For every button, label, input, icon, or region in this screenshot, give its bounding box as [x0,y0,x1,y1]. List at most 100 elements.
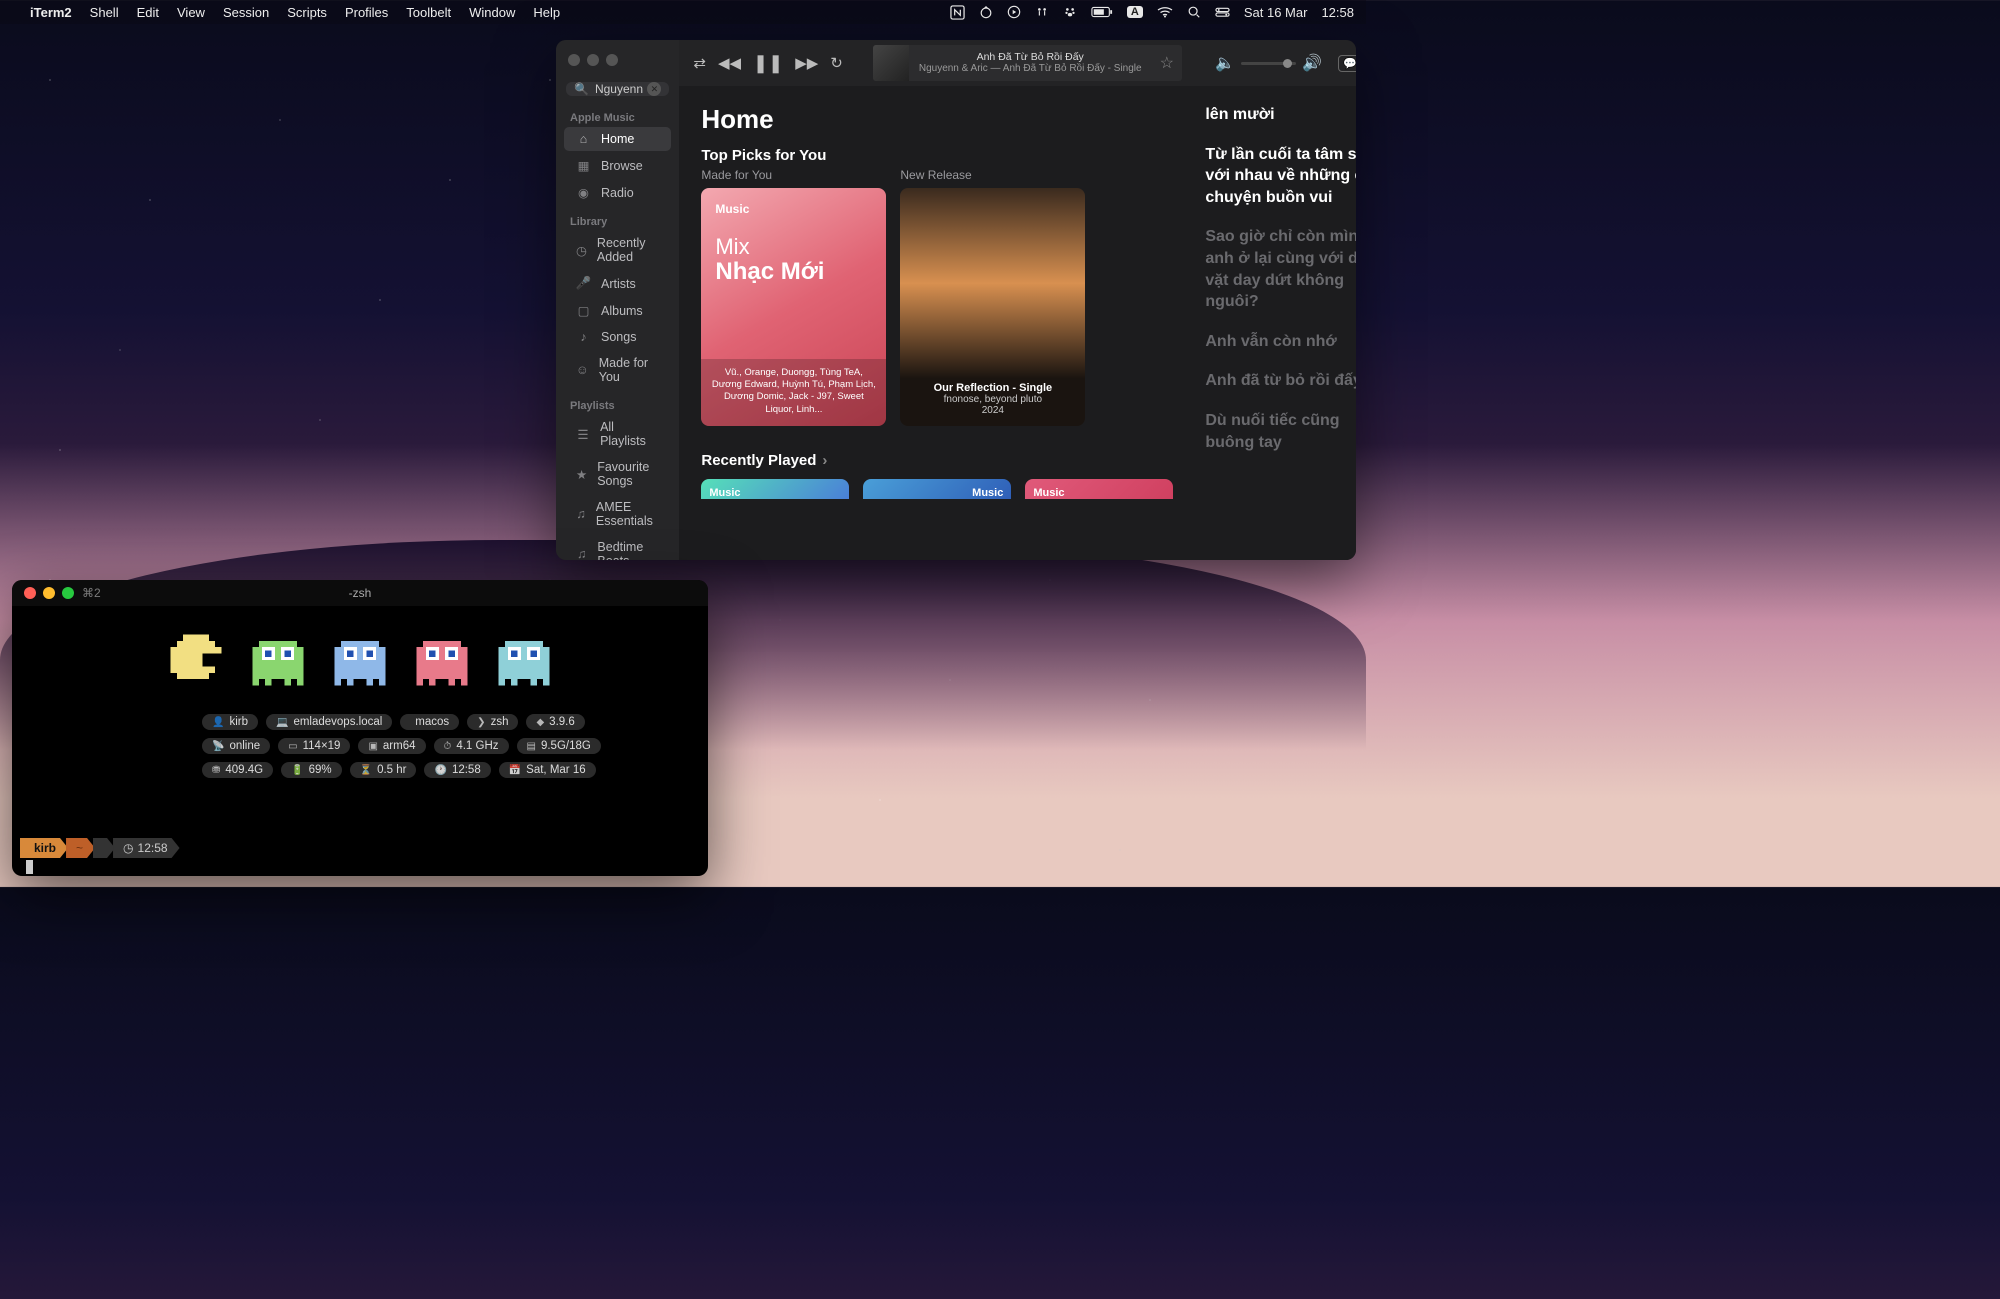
stat-disk: ⛃409.4G [202,762,273,778]
recent-card-2[interactable]: Music [863,479,1011,499]
pause-icon[interactable]: ❚❚ [753,53,783,74]
sidebar-item-songs[interactable]: ♪Songs [564,325,671,349]
volume-slider[interactable] [1241,62,1296,65]
chevron-right-icon: › [822,452,827,469]
card-mix-new-music[interactable]: Music Mix Nhạc Mới Vũ., Orange, Duongg, … [701,188,886,426]
volume-high-icon: 🔊 [1302,53,1322,73]
clock-icon: ◷ [576,243,587,258]
lyrics-panel[interactable]: lên mười Từ lần cuối ta tâm sự với nhau … [1195,86,1356,560]
music-traffic-lights[interactable] [556,50,679,76]
play-menubar-icon[interactable] [1007,5,1021,19]
sidebar-item-recently-added[interactable]: ◷Recently Added [564,231,671,269]
menu-view[interactable]: View [177,5,205,20]
stat-time: 🕐12:58 [424,762,490,778]
browse-icon: ▦ [576,158,591,173]
terminal-body[interactable]: 👤kirb 💻emladevops.local macos ❯zsh ◆3.9.… [12,606,708,876]
music-sidebar: 🔍 Nguyenn ✕ Apple Music ⌂Home ▦Browse ◉R… [556,40,679,560]
ghost-cyan-icon [492,628,556,692]
stat-network: 📡online [202,738,270,754]
sidebar-item-all-playlists[interactable]: ☰All Playlists [564,415,671,453]
terminal-stats: 👤kirb 💻emladevops.local macos ❯zsh ◆3.9.… [22,714,698,778]
release-title: Our Reflection - Single [900,382,1085,394]
notion-menubar-icon[interactable] [950,5,965,20]
search-menubar-icon[interactable] [1187,5,1201,19]
now-playing-subtitle: Nguyenn & Aric — Anh Đã Từ Bỏ Rồi Đấy - … [919,63,1142,75]
prompt-time: ◷12:58 [113,838,180,858]
shuffle-icon[interactable]: ⇄ [693,54,706,72]
recent-card-1[interactable]: Music [701,479,849,499]
section-top-picks: Top Picks for You [701,147,1173,164]
menu-edit[interactable]: Edit [137,5,159,20]
star-icon: ★ [576,467,587,482]
menubar-date[interactable]: Sat 16 Mar [1244,5,1308,20]
settings-menubar-icon[interactable] [1035,5,1049,19]
prompt-sep [93,838,115,858]
mix-description: Vũ., Orange, Duongg, Tùng TeA, Dương Edw… [701,359,886,426]
music-search-input[interactable]: 🔍 Nguyenn ✕ [566,82,669,96]
input-source-icon[interactable]: A [1127,6,1143,18]
user-icon: ☺ [576,363,589,377]
wifi-menubar-icon[interactable] [1157,6,1173,18]
music-window: 🔍 Nguyenn ✕ Apple Music ⌂Home ▦Browse ◉R… [556,40,1356,560]
menu-session[interactable]: Session [223,5,269,20]
recent-card-3[interactable]: Music [1025,479,1173,499]
menu-scripts[interactable]: Scripts [287,5,327,20]
sidebar-item-radio[interactable]: ◉Radio [564,180,671,205]
home-panel: Home Top Picks for You Made for You Musi… [679,86,1195,560]
sidebar-item-amee-essentials[interactable]: ♫AMEE Essentials [564,495,671,533]
lyric-line: Sao giờ chỉ còn mình anh ở lại cùng với … [1205,226,1356,312]
lyric-line: Dù nuối tiếc cũng buông tay [1205,410,1356,453]
sidebar-item-albums[interactable]: ▢Albums [564,298,671,323]
note-icon: ♪ [576,330,591,344]
card-our-reflection[interactable]: Our Reflection - Single fnonose, beyond … [900,188,1085,426]
terminal-titlebar[interactable]: ⌘2 -zsh [12,580,708,606]
menu-window[interactable]: Window [469,5,515,20]
stat-host: 💻emladevops.local [266,714,392,730]
stat-arch: ▣arm64 [358,738,425,754]
stat-cpu: ⏱4.1 GHz [434,738,509,754]
menubar-time[interactable]: 12:58 [1321,5,1354,20]
sidebar-item-made-for-you[interactable]: ☺Made for You [564,351,671,389]
favourite-star-icon[interactable]: ☆ [1152,53,1182,73]
terminal-traffic-lights[interactable] [12,587,86,599]
menu-shell[interactable]: Shell [90,5,119,20]
battery-menubar-icon[interactable] [1091,6,1113,18]
repeat-icon[interactable]: ↻ [830,54,843,72]
pacman-icon [164,628,228,692]
lyric-line: Anh vẫn còn nhớ [1205,331,1356,353]
menu-toolbelt[interactable]: Toolbelt [406,5,451,20]
previous-icon[interactable]: ◀◀ [718,54,741,72]
next-icon[interactable]: ▶▶ [795,54,818,72]
sidebar-item-favourite-songs[interactable]: ★Favourite Songs [564,455,671,493]
lyric-line: Anh đã từ bỏ rồi đấy [1205,370,1356,392]
lyrics-toggle-icon[interactable]: 💬 [1338,55,1356,72]
search-icon: 🔍 [574,82,589,96]
sidebar-item-browse[interactable]: ▦Browse [564,153,671,178]
mix-title: Nhạc Mới [715,260,872,284]
mic-icon: 🎤 [576,276,591,291]
stat-python: ◆3.9.6 [526,714,584,730]
stat-termsize: ▭114×19 [278,738,350,754]
terminal-pane-label: ⌘2 [82,586,101,600]
menu-profiles[interactable]: Profiles [345,5,388,20]
stat-user: 👤kirb [202,714,258,730]
stat-uptime: ⏳0.5 hr [350,762,417,778]
sidebar-section-playlists: Playlists [556,390,679,414]
sidebar-item-home[interactable]: ⌂Home [564,127,671,151]
clear-search-icon[interactable]: ✕ [647,82,661,96]
now-playing-title: Anh Đã Từ Bỏ Rồi Đấy [919,51,1142,64]
prompt-user: kirb [20,838,68,858]
volume-low-icon: 🔈 [1215,53,1235,73]
sidebar-item-bedtime-beats[interactable]: ♫Bedtime Beats [564,535,671,560]
apple-music-badge: Music [715,202,872,216]
menu-help[interactable]: Help [533,5,560,20]
stat-ram: ▤9.5G/18G [517,738,601,754]
sidebar-item-artists[interactable]: 🎤Artists [564,271,671,296]
control-center-icon[interactable] [1215,6,1230,18]
caption-new-release: New Release [900,168,1085,182]
now-playing[interactable]: Anh Đã Từ Bỏ Rồi Đấy Nguyenn & Aric — An… [873,45,1182,81]
paw-menubar-icon[interactable] [1063,5,1077,19]
menubar-app-name[interactable]: iTerm2 [30,5,72,20]
tomato-menubar-icon[interactable] [979,5,993,19]
section-recently-played[interactable]: Recently Played › [701,452,1173,469]
